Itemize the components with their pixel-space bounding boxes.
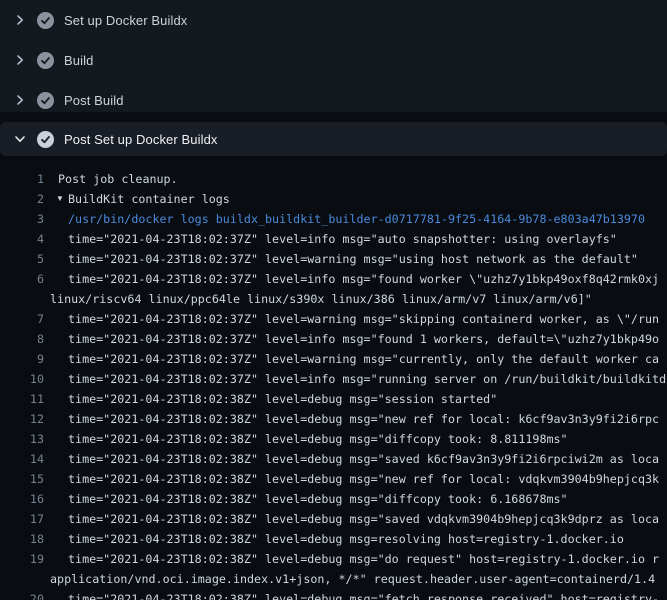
chevron-right-icon [12,92,28,108]
line-number[interactable]: 16 [0,489,44,509]
line-number[interactable]: 17 [0,509,44,529]
log-row: 12 time="2021-04-23T18:02:38Z" level=debu… [0,409,667,429]
log-row-wrap: linux/riscv64 linux/ppc64le linux/s390x … [0,289,667,309]
log-text: time="2021-04-23T18:02:38Z" level=debug … [68,429,568,449]
log-row: 18 time="2021-04-23T18:02:38Z" level=debu… [0,529,667,549]
log-row: 8 time="2021-04-23T18:02:37Z" level=info … [0,329,667,349]
log-row-group: 2 ▼BuildKit container logs [0,189,667,209]
log-text: time="2021-04-23T18:02:37Z" level=warnin… [68,309,659,329]
check-circle-icon [37,92,54,109]
log-row: 16 time="2021-04-23T18:02:38Z" level=debu… [0,489,667,509]
log-panel: 1 Post job cleanup. 2 ▼BuildKit container … [0,156,667,600]
log-text: time="2021-04-23T18:02:38Z" level=debug … [68,589,659,600]
line-number[interactable]: 18 [0,529,44,549]
log-text: time="2021-04-23T18:02:38Z" level=debug … [68,549,659,569]
log-row: 20 time="2021-04-23T18:02:38Z" level=debu… [0,589,667,600]
log-text: time="2021-04-23T18:02:38Z" level=debug … [68,409,659,429]
line-number[interactable]: 3 [0,209,44,229]
line-number[interactable]: 6 [0,269,44,289]
log-row: 9 time="2021-04-23T18:02:37Z" level=warni… [0,349,667,369]
log-text: time="2021-04-23T18:02:37Z" level=info m… [68,329,659,349]
log-group-label[interactable]: BuildKit container logs [68,189,230,209]
line-number[interactable]: 10 [0,369,44,389]
line-number[interactable]: 11 [0,389,44,409]
line-number[interactable]: 4 [0,229,44,249]
log-row: 7 time="2021-04-23T18:02:37Z" level=warni… [0,309,667,329]
log-text: Post job cleanup. [58,169,178,189]
log-row: 14 time="2021-04-23T18:02:38Z" level=debu… [0,449,667,469]
log-text-continuation: application/vnd.oci.image.index.v1+json,… [50,569,655,589]
line-number[interactable]: 9 [0,349,44,369]
log-text: time="2021-04-23T18:02:38Z" level=debug … [68,449,659,469]
actions-log-viewer: Set up Docker Buildx Build Post Build [0,0,667,600]
log-text: time="2021-04-23T18:02:37Z" level=warnin… [68,249,638,269]
check-circle-icon [37,12,54,29]
line-number[interactable]: 2 [0,189,44,209]
step-label: Set up Docker Buildx [64,13,187,28]
line-number[interactable]: 8 [0,329,44,349]
log-text: time="2021-04-23T18:02:38Z" level=debug … [68,529,624,549]
log-text: time="2021-04-23T18:02:38Z" level=debug … [68,389,497,409]
step-row-post-build[interactable]: Post Build [0,80,667,112]
log-text: time="2021-04-23T18:02:37Z" level=warnin… [68,349,659,369]
log-text: time="2021-04-23T18:02:38Z" level=debug … [68,509,659,529]
chevron-right-icon [12,52,28,68]
chevron-down-icon [12,131,28,147]
log-text: time="2021-04-23T18:02:38Z" level=debug … [68,489,568,509]
log-row: 1 Post job cleanup. [0,169,667,189]
steps-header-gap [0,112,667,122]
check-circle-icon [37,131,54,148]
log-text: time="2021-04-23T18:02:37Z" level=info m… [68,229,617,249]
check-circle-icon [37,52,54,69]
log-row: 11 time="2021-04-23T18:02:38Z" level=debu… [0,389,667,409]
log-text: time="2021-04-23T18:02:37Z" level=info m… [68,369,666,389]
step-label: Build [64,53,93,68]
step-label: Post Set up Docker Buildx [64,132,218,147]
log-row: 13 time="2021-04-23T18:02:38Z" level=debu… [0,429,667,449]
line-number[interactable]: 13 [0,429,44,449]
chevron-right-icon [12,12,28,28]
log-text-continuation: linux/riscv64 linux/ppc64le linux/s390x … [50,289,592,309]
triangle-down-icon[interactable]: ▼ [56,189,68,209]
log-row-wrap: application/vnd.oci.image.index.v1+json,… [0,569,667,589]
log-row: 10 time="2021-04-23T18:02:37Z" level=info… [0,369,667,389]
log-row: 17 time="2021-04-23T18:02:38Z" level=debu… [0,509,667,529]
line-number[interactable]: 15 [0,469,44,489]
log-command-text: /usr/bin/docker logs buildx_buildkit_bui… [68,209,645,229]
step-label: Post Build [64,93,124,108]
log-row: 15 time="2021-04-23T18:02:38Z" level=debu… [0,469,667,489]
step-row-build[interactable]: Build [0,40,667,80]
log-row: 4 time="2021-04-23T18:02:37Z" level=info … [0,229,667,249]
line-number[interactable]: 14 [0,449,44,469]
log-row: 5 time="2021-04-23T18:02:37Z" level=warni… [0,249,667,269]
log-row-command: 3/usr/bin/docker logs buildx_buildkit_bu… [0,209,667,229]
step-row-set-up-docker-buildx[interactable]: Set up Docker Buildx [0,0,667,40]
steps-list: Set up Docker Buildx Build Post Build [0,0,667,112]
line-number[interactable]: 5 [0,249,44,269]
line-number[interactable]: 1 [0,169,44,189]
log-text: time="2021-04-23T18:02:37Z" level=info m… [68,269,659,289]
log-row: 19 time="2021-04-23T18:02:38Z" level=debu… [0,549,667,569]
step-row-post-set-up-docker-buildx[interactable]: Post Set up Docker Buildx [0,122,667,156]
log-text: time="2021-04-23T18:02:38Z" level=debug … [68,469,659,489]
log-row: 6 time="2021-04-23T18:02:37Z" level=info … [0,269,667,289]
line-number[interactable]: 19 [0,549,44,569]
line-number[interactable]: 20 [0,589,44,600]
line-number[interactable]: 7 [0,309,44,329]
line-number[interactable]: 12 [0,409,44,429]
